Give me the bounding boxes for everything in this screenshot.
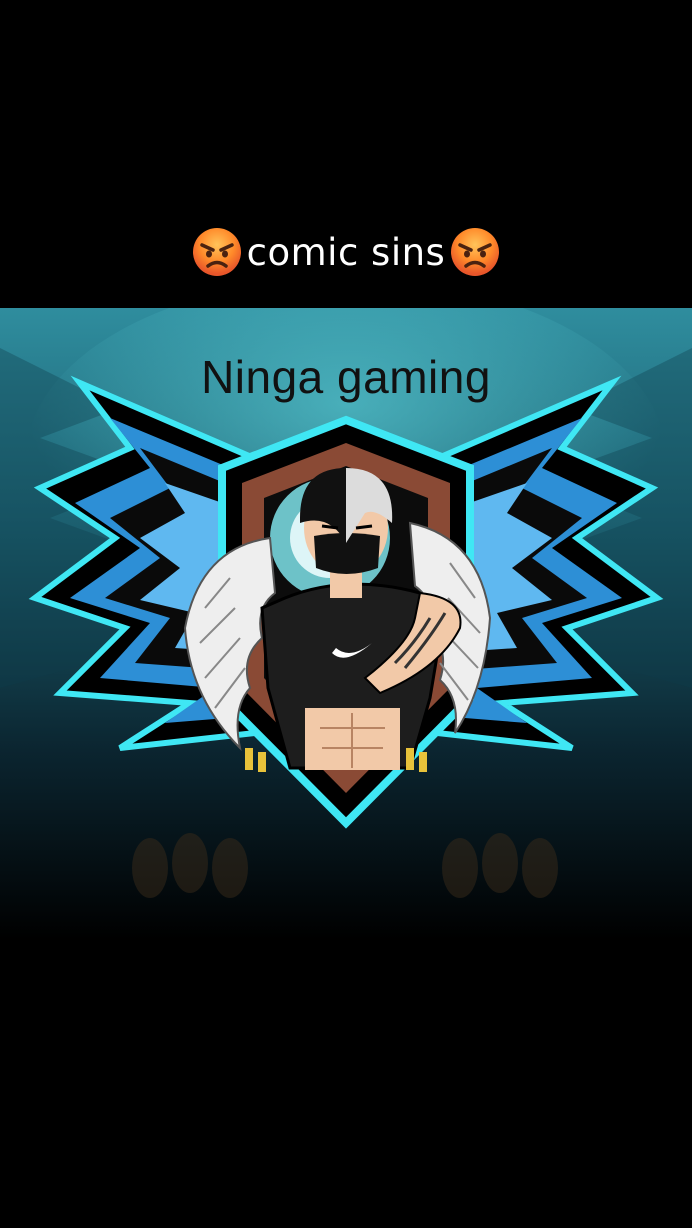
video-caption: comic sins [0, 222, 692, 282]
logo-title-text: Ninga gaming [201, 351, 491, 403]
angry-face-icon [192, 228, 241, 276]
caption-text: comic sins [246, 230, 446, 274]
angry-face-icon [451, 228, 500, 276]
